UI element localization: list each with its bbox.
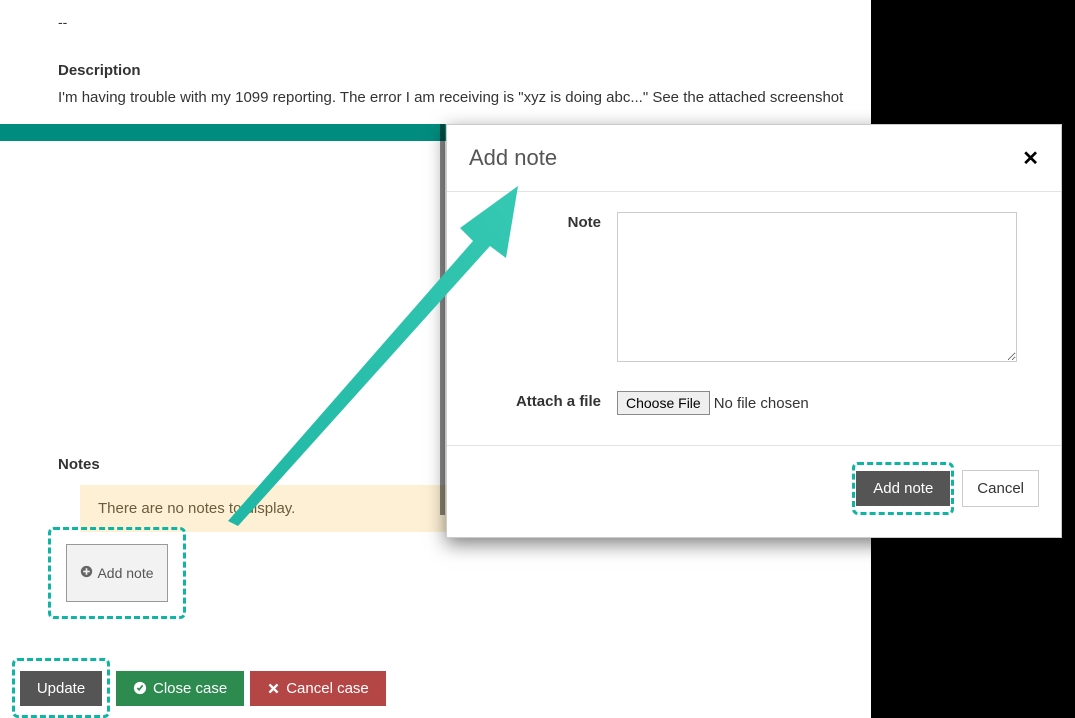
modal-left-shadow [440, 124, 445, 515]
close-case-button-label: Close case [153, 680, 227, 697]
close-case-button[interactable]: Close case [116, 671, 244, 706]
file-status-text: No file chosen [714, 395, 809, 412]
description-heading: Description [58, 62, 871, 79]
add-note-highlight: Add note [48, 527, 186, 619]
modal-close-button[interactable]: ✕ [1022, 146, 1039, 171]
modal-title: Add note [469, 145, 557, 171]
check-circle-icon [133, 681, 147, 695]
modal-submit-button[interactable]: Add note [856, 471, 950, 506]
modal-body: Note Attach a file Choose FileNo file ch… [447, 192, 1061, 445]
modal-footer: Add note Cancel [447, 445, 1061, 537]
modal-cancel-button[interactable]: Cancel [962, 470, 1039, 507]
modal-header: Add note ✕ [447, 125, 1061, 192]
add-note-modal: Add note ✕ Note Attach a file Choose Fil… [446, 124, 1062, 538]
add-note-button[interactable]: Add note [66, 544, 168, 602]
x-icon [267, 682, 280, 695]
update-button-label: Update [37, 680, 85, 697]
attach-field-row: Attach a file Choose FileNo file chosen [469, 391, 1039, 415]
file-input-group: Choose FileNo file chosen [617, 391, 1039, 415]
cancel-case-button-label: Cancel case [286, 680, 369, 697]
placeholder-dashes: -- [58, 14, 871, 30]
update-highlight: Update [12, 658, 110, 718]
add-note-button-label: Add note [97, 565, 153, 581]
submit-highlight: Add note [852, 462, 954, 515]
choose-file-button[interactable]: Choose File [617, 391, 710, 415]
note-input[interactable] [617, 212, 1017, 362]
note-field-row: Note [469, 212, 1039, 367]
attach-field-label: Attach a file [469, 391, 617, 415]
description-body: I'm having trouble with my 1099 reportin… [58, 89, 871, 106]
action-button-row: Update Close case Cancel case [12, 658, 386, 718]
update-button[interactable]: Update [20, 671, 102, 706]
note-field-label: Note [469, 212, 617, 367]
plus-circle-icon [80, 564, 93, 582]
add-note-button-contents: Add note [80, 564, 153, 582]
modal-submit-button-label: Add note [873, 480, 933, 497]
modal-cancel-button-label: Cancel [977, 480, 1024, 497]
close-icon: ✕ [1022, 148, 1039, 170]
cancel-case-button[interactable]: Cancel case [250, 671, 386, 706]
